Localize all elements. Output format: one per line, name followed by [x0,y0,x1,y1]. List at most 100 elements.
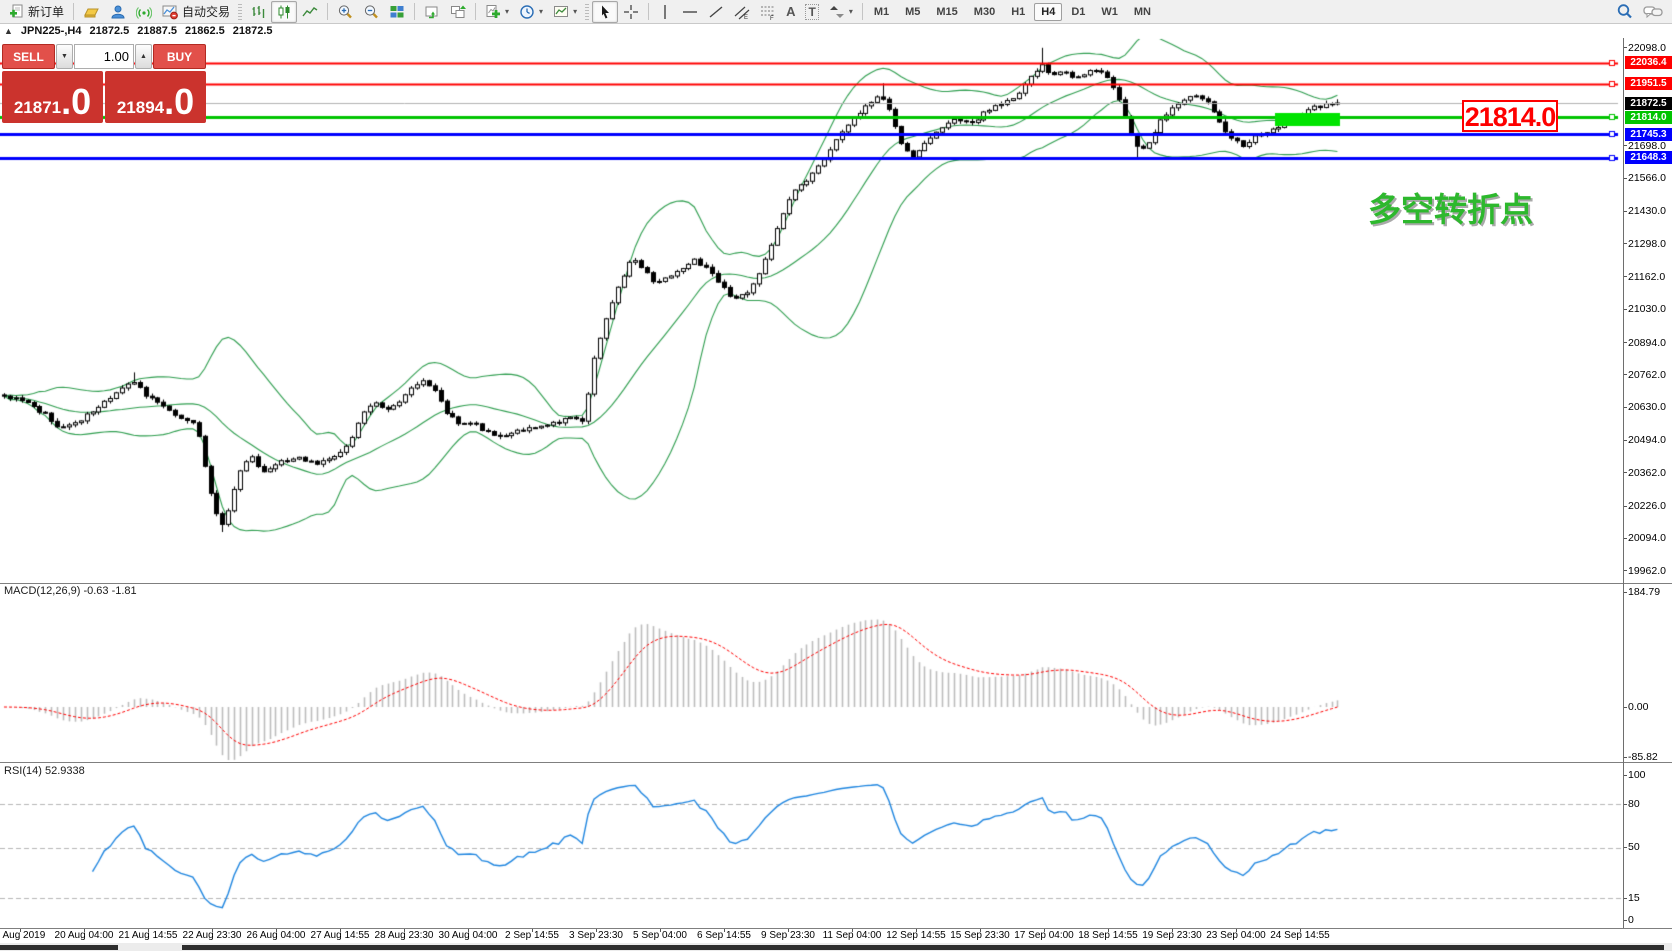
chat-icon [1643,4,1663,20]
equidistant-channel-icon: E [734,4,750,20]
crosshair-icon [623,4,639,20]
h-scrollbar-thumb[interactable] [0,945,118,950]
buy-button[interactable]: BUY [153,44,206,69]
svg-text:E: E [744,15,748,20]
y-axis-tick-label: 21030.0 [1628,303,1666,315]
toolbar-separator [475,3,476,20]
zoom-in-icon [337,4,353,20]
timeframe-m30-button[interactable]: M30 [967,3,1002,21]
bar-chart-button[interactable] [245,1,271,23]
time-axis-border [0,928,1672,929]
new-order-button[interactable]: 新订单 [4,1,69,23]
autotrading-button[interactable]: 自动交易 [157,1,235,23]
buy-price-main: 21894 [117,98,164,118]
crosshair-tool-button[interactable] [618,1,644,23]
chart-collapse-arrow[interactable]: ▲ [4,26,13,36]
trendline-tool-button[interactable] [703,1,729,23]
h-scrollbar[interactable] [0,943,1672,951]
macd-indicator-title: MACD(12,26,9) -0.63 -1.81 [4,585,137,597]
x-axis-time-label: 24 Sep 14:55 [1270,930,1330,941]
timeframe-d1-button[interactable]: D1 [1064,3,1092,21]
y-axis-tick-label: 20630.0 [1628,401,1666,413]
text-tool-button[interactable]: A [781,1,800,23]
fibonacci-tool-button[interactable]: F [755,1,781,23]
community-button[interactable] [105,1,131,23]
ohlc-open: 21872.5 [89,25,129,37]
rsi-indicator-title: RSI(14) 52.9338 [4,765,85,777]
x-axis-time-label: 21 Aug 14:55 [119,930,178,941]
zoom-in-button[interactable] [332,1,358,23]
timeframe-m15-button[interactable]: M15 [929,3,964,21]
sell-button[interactable]: SELL [2,44,55,69]
cursor-icon [597,4,613,20]
x-axis-time-label: 9 Sep 23:30 [761,930,815,941]
x-axis-time-label: 17 Sep 04:00 [1014,930,1074,941]
horizontal-line-tool-button[interactable] [677,1,703,23]
auto-arrange-icon [424,4,440,20]
y-axis-tick-label: 0 [1628,914,1634,926]
person-icon [110,4,126,20]
line-chart-icon [302,4,318,20]
price-chart-canvas[interactable] [0,38,1623,943]
x-axis-time-label: 18 Sep 14:55 [1078,930,1138,941]
y-axis-tick-label: 21698.0 [1628,140,1666,152]
x-axis-time-label: 8 Aug 2019 [0,930,45,941]
timeframe-m5-button[interactable]: M5 [898,3,927,21]
channel-tool-button[interactable]: E [729,1,755,23]
price-callout-box[interactable]: 21814.0 [1462,100,1558,132]
volume-decrease-button[interactable]: ▼ [56,44,73,69]
line-chart-button[interactable] [297,1,323,23]
timeframe-w1-button[interactable]: W1 [1094,3,1125,21]
price-axis-line [1623,38,1624,928]
text-label-icon: T [805,4,818,20]
x-axis-time-label: 12 Sep 14:55 [886,930,946,941]
templates-button[interactable]: ▾ [548,1,582,23]
toolbar-separator [648,3,649,20]
periods-button[interactable]: ▾ [514,1,548,23]
toolbar-grip [238,4,242,20]
price-level-label: 21814.0 [1625,111,1672,124]
turning-point-annotation[interactable]: 多空转折点 [1368,183,1533,231]
buy-price-panel[interactable]: 21894.0 [105,71,206,123]
timeframe-h1-button[interactable]: H1 [1004,3,1032,21]
dropdown-arrow-icon: ▾ [539,7,543,16]
y-axis-tick-label: 50 [1628,841,1640,853]
volume-input[interactable] [74,44,134,69]
timeframe-m1-button[interactable]: M1 [867,3,896,21]
timeframe-h4-button[interactable]: H4 [1034,3,1062,21]
timeframe-mn-button[interactable]: MN [1127,3,1158,21]
price-level-label: 21745.3 [1625,128,1672,141]
h-scrollbar-thumb[interactable] [182,945,1664,950]
indicators-button[interactable]: ▾ [480,1,514,23]
volume-increase-button[interactable]: ▲ [135,44,152,69]
candlestick-chart-button[interactable] [271,1,297,23]
x-axis-time-label: 15 Sep 23:30 [950,930,1010,941]
arrange-windows-button[interactable] [445,1,471,23]
signals-button[interactable] [131,1,157,23]
panel-separator-macd[interactable] [0,583,1672,584]
deposit-button[interactable] [78,1,105,23]
y-axis-tick-label: 20362.0 [1628,467,1666,479]
text-label-tool-button[interactable]: T [800,1,823,23]
panel-separator-rsi[interactable] [0,762,1672,763]
chat-button[interactable] [1638,1,1668,23]
vertical-line-tool-button[interactable] [653,1,677,23]
fibonacci-icon: F [760,4,776,20]
sell-price-panel[interactable]: 21871.0 [2,71,103,123]
toolbar-separator [327,3,328,20]
y-axis-tick-label: 21162.0 [1628,271,1665,283]
cursor-tool-button[interactable] [592,1,618,23]
text-tool-icon: A [786,4,795,19]
x-axis-time-label: 26 Aug 04:00 [247,930,306,941]
price-level-label: 21951.5 [1625,77,1672,90]
y-axis-tick-label: 100 [1628,769,1646,781]
search-button[interactable] [1611,1,1638,23]
zoom-out-icon [363,4,379,20]
tile-windows-button[interactable] [384,1,410,23]
zoom-out-button[interactable] [358,1,384,23]
y-axis-tick-label: 21298.0 [1628,238,1666,250]
auto-arrange-button[interactable] [419,1,445,23]
chart-symbol-period: JPN225-,H4 [21,25,82,37]
y-axis-tick-label: 20894.0 [1628,337,1666,349]
arrows-tool-button[interactable]: ▾ [824,1,858,23]
